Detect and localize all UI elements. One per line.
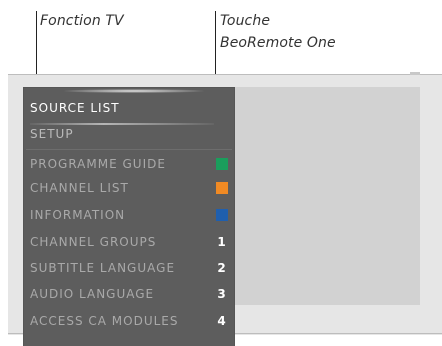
annotation-fonction-tv: Fonction TV [40, 13, 124, 29]
menu-item-label: SUBTITLE LANGUAGE [30, 261, 176, 275]
menu-item-label: CHANNEL GROUPS [30, 235, 157, 249]
menu-item-channel-list[interactable]: CHANNEL LIST [30, 177, 228, 199]
key-number-1: 1 [217, 235, 227, 249]
menu-item-label: SETUP [30, 127, 74, 141]
menu-divider [26, 149, 232, 150]
menu-item-information[interactable]: INFORMATION [30, 204, 228, 226]
menu-item-programme-guide[interactable]: PROGRAMME GUIDE [30, 153, 228, 175]
menu-item-label: SOURCE LIST [30, 101, 120, 115]
tv-screen [226, 87, 420, 305]
tv-menu-panel: SOURCE LIST SETUP PROGRAMME GUIDE CHANNE… [24, 88, 234, 346]
annotation-touche-beoremote: Touche BeoRemote One [220, 10, 336, 54]
menu-item-label: PROGRAMME GUIDE [30, 157, 166, 171]
menu-item-source-list[interactable]: SOURCE LIST [30, 97, 228, 119]
key-number-2: 2 [217, 261, 227, 275]
tv-frame-notch [410, 72, 420, 75]
menu-item-label: CHANNEL LIST [30, 181, 129, 195]
blue-key-icon [216, 209, 228, 221]
menu-item-label: INFORMATION [30, 208, 126, 222]
menu-item-setup[interactable]: SETUP [30, 123, 228, 145]
orange-key-icon [216, 182, 228, 194]
annotation-touche-line2: BeoRemote One [220, 35, 336, 51]
menu-item-label: AUDIO LANGUAGE [30, 287, 155, 301]
green-key-icon [216, 158, 228, 170]
menu-item-channel-groups[interactable]: CHANNEL GROUPS 1 [30, 231, 228, 253]
key-number-4: 4 [217, 314, 227, 328]
menu-item-subtitle-language[interactable]: SUBTITLE LANGUAGE 2 [30, 257, 228, 279]
menu-item-audio-language[interactable]: AUDIO LANGUAGE 3 [30, 283, 228, 305]
menu-top-glow [64, 89, 204, 93]
menu-item-access-ca-modules[interactable]: ACCESS CA MODULES 4 [30, 310, 228, 332]
annotation-touche-line1: Touche [220, 13, 271, 29]
key-number-3: 3 [217, 287, 227, 301]
menu-item-label: ACCESS CA MODULES [30, 314, 179, 328]
